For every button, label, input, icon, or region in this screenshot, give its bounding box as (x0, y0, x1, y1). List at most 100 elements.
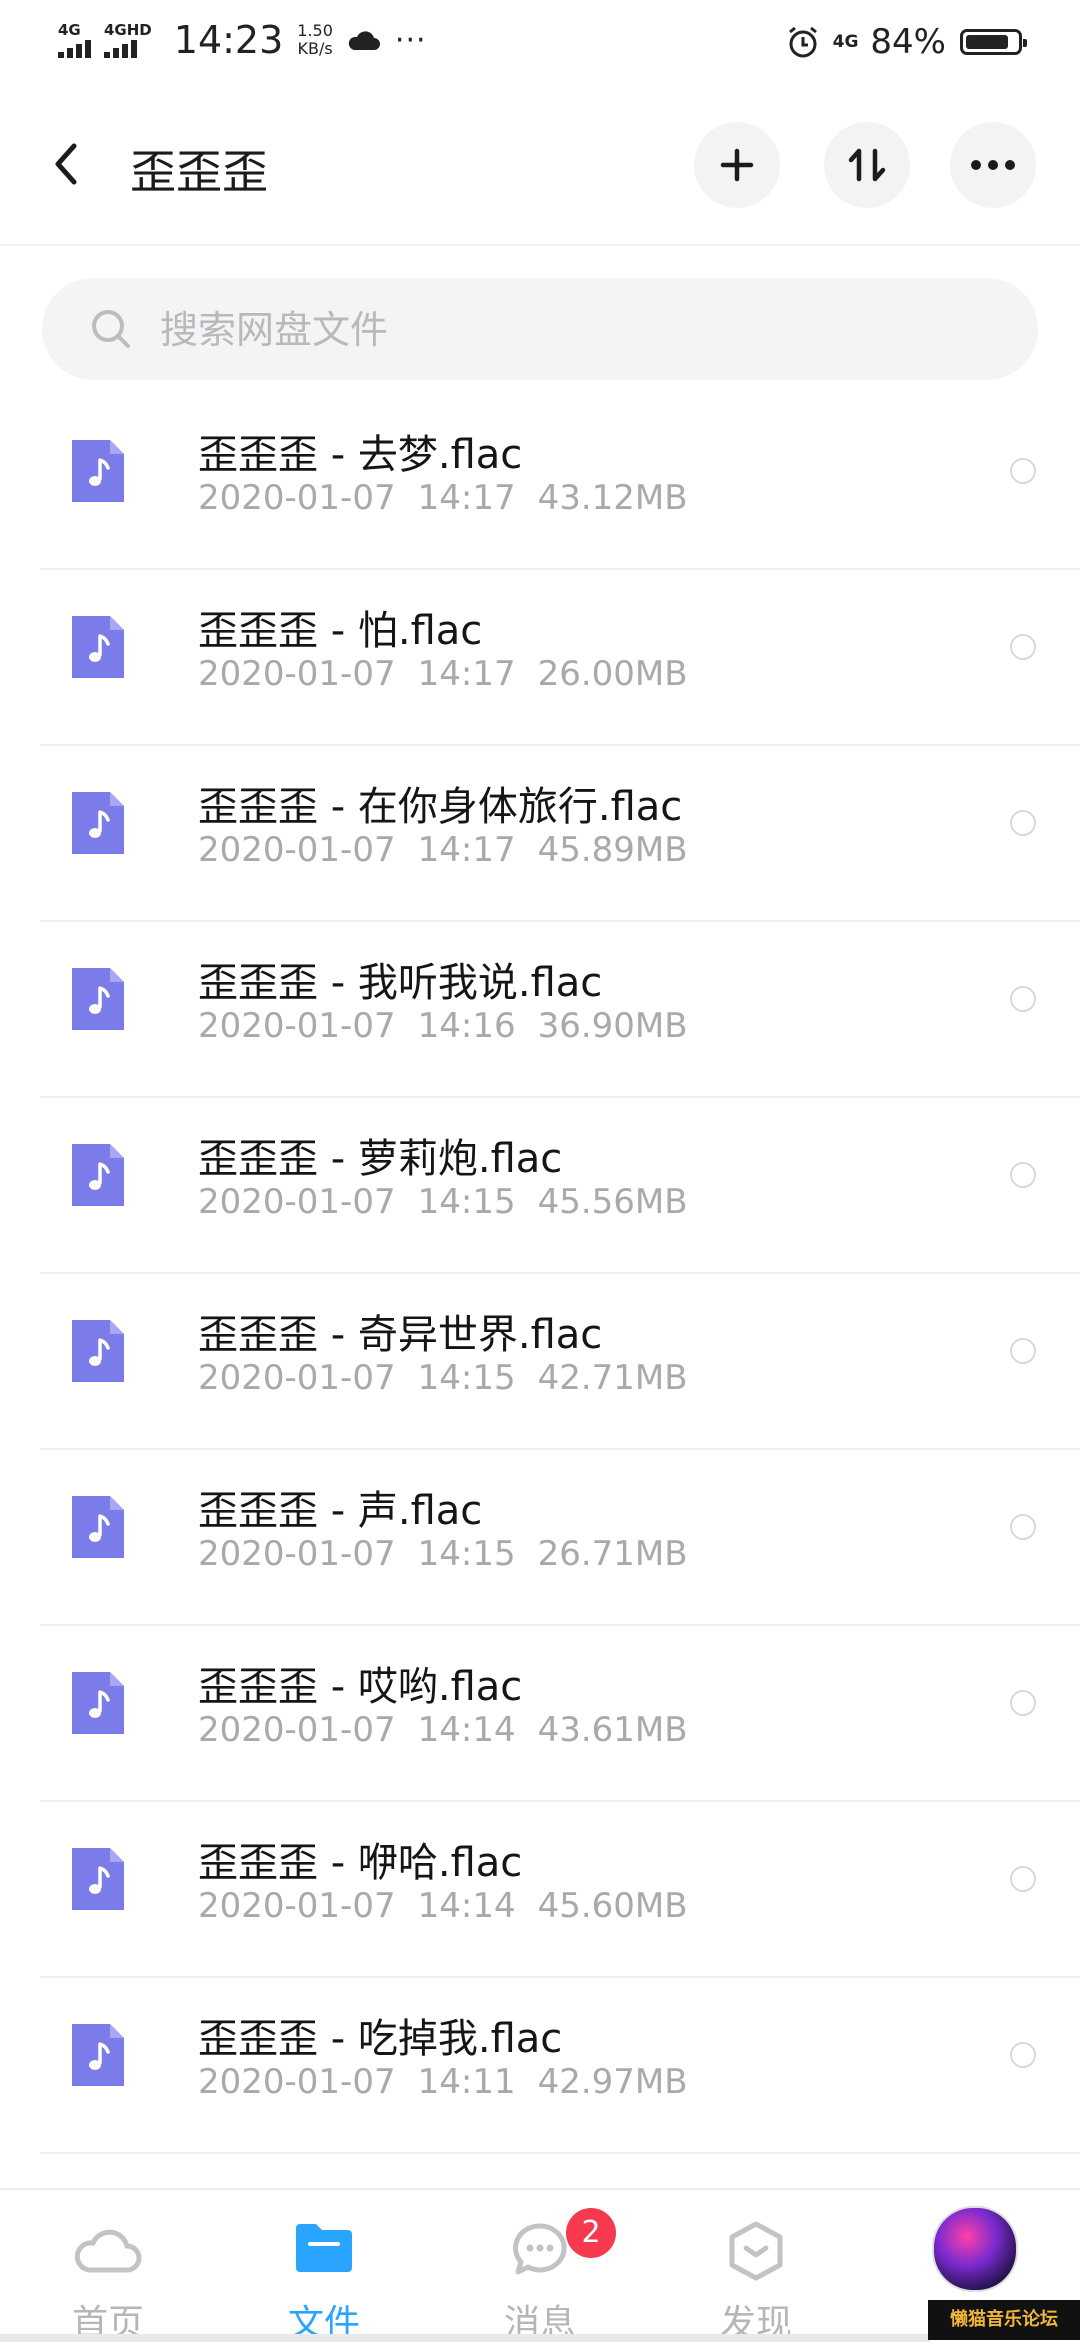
status-bar: 4G 4GHD 14:23 1.50 KB/s ··· 4G 84% (0, 0, 1080, 84)
select-checkbox[interactable] (1010, 2042, 1036, 2068)
nav-item-messages[interactable]: 消息 (440, 2190, 640, 2344)
profile-avatar[interactable] (932, 2206, 1018, 2292)
file-list: 歪歪歪 - 去梦.flac 2020-01-07 14:17 43.12MB 歪歪歪… (0, 394, 1080, 2154)
add-button[interactable] (694, 122, 780, 208)
file-date: 2020-01-07 (198, 478, 396, 518)
file-row[interactable]: 歪歪歪 - 在你身体旅行.flac 2020-01-07 14:17 45.89MB (0, 746, 1080, 922)
file-meta: 2020-01-07 14:15 45.56MB (198, 1182, 710, 1222)
speed-unit: KB/s (297, 39, 333, 58)
select-checkbox[interactable] (1010, 634, 1036, 660)
file-size: 45.89MB (537, 830, 688, 870)
file-time: 14:16 (417, 1006, 516, 1046)
music-file-icon (72, 792, 124, 854)
nav-item-discover[interactable]: 发现 (656, 2190, 856, 2344)
file-row[interactable]: 歪歪歪 - 怕.flac 2020-01-07 14:17 26.00MB (0, 570, 1080, 746)
file-date: 2020-01-07 (198, 830, 396, 870)
battery-percent: 84% (870, 22, 946, 62)
music-file-icon (72, 1144, 124, 1206)
file-size: 43.12MB (537, 478, 688, 518)
speed-value: 1.50 (297, 21, 333, 40)
forum-watermark: 懒猫音乐论坛 (928, 2300, 1080, 2340)
file-row[interactable]: 歪歪歪 - 萝莉炮.flac 2020-01-07 14:15 45.56MB (0, 1098, 1080, 1274)
status-time: 14:23 (173, 18, 284, 62)
file-size: 42.71MB (537, 1358, 688, 1398)
cloud-icon (74, 2229, 142, 2273)
file-time: 14:14 (417, 1710, 516, 1750)
sim1-label: 4G (58, 20, 81, 39)
file-meta: 2020-01-07 14:16 36.90MB (198, 1006, 710, 1046)
nav-item-files[interactable]: 文件 (224, 2190, 424, 2344)
sort-button[interactable] (824, 122, 910, 208)
file-meta: 2020-01-07 14:14 43.61MB (198, 1710, 710, 1750)
file-name: 歪歪歪 - 去梦.flac (198, 432, 523, 478)
music-file-icon (72, 616, 124, 678)
network-type: 4G (832, 32, 859, 52)
file-size: 43.61MB (537, 1710, 688, 1750)
file-time: 14:17 (417, 654, 516, 694)
file-row[interactable]: 歪歪歪 - 我听我说.flac 2020-01-07 14:16 36.90MB (0, 922, 1080, 1098)
file-size: 26.71MB (537, 1534, 688, 1574)
select-checkbox[interactable] (1010, 1162, 1036, 1188)
file-row[interactable]: 歪歪歪 - 去梦.flac 2020-01-07 14:17 43.12MB (0, 394, 1080, 570)
messages-badge: 2 (566, 2208, 616, 2258)
select-checkbox[interactable] (1010, 1866, 1036, 1892)
select-checkbox[interactable] (1010, 810, 1036, 836)
file-time: 14:17 (417, 478, 516, 518)
file-date: 2020-01-07 (198, 1358, 396, 1398)
file-meta: 2020-01-07 14:15 42.71MB (198, 1358, 710, 1398)
file-meta: 2020-01-07 14:11 42.97MB (198, 2062, 710, 2102)
back-button[interactable] (44, 134, 94, 194)
file-name: 歪歪歪 - 萝莉炮.flac (198, 1136, 563, 1182)
file-date: 2020-01-07 (198, 654, 396, 694)
app-header: 歪歪歪 (0, 84, 1080, 246)
music-file-icon (72, 968, 124, 1030)
file-name: 歪歪歪 - 在你身体旅行.flac (198, 784, 683, 830)
search-input[interactable] (158, 300, 982, 360)
folder-icon (296, 2224, 352, 2272)
file-row[interactable]: 歪歪歪 - 吃掉我.flac 2020-01-07 14:11 42.97MB (0, 1978, 1080, 2154)
file-name: 歪歪歪 - 我听我说.flac (198, 960, 603, 1006)
chevron-left-icon (55, 143, 77, 185)
nav-item-home[interactable]: 首页 (8, 2190, 208, 2344)
file-time: 14:11 (417, 2062, 516, 2102)
music-file-icon (72, 1672, 124, 1734)
file-time: 14:14 (417, 1886, 516, 1926)
status-more-icon: ··· (394, 22, 427, 58)
home-indicator (0, 2334, 930, 2342)
file-name: 歪歪歪 - 声.flac (198, 1488, 483, 1534)
select-checkbox[interactable] (1010, 986, 1036, 1012)
music-file-icon (72, 1848, 124, 1910)
file-time: 14:15 (417, 1358, 516, 1398)
select-checkbox[interactable] (1010, 1690, 1036, 1716)
file-time: 14:15 (417, 1182, 516, 1222)
file-time: 14:15 (417, 1534, 516, 1574)
file-size: 42.97MB (537, 2062, 688, 2102)
select-checkbox[interactable] (1010, 1338, 1036, 1364)
select-checkbox[interactable] (1010, 1514, 1036, 1540)
file-meta: 2020-01-07 14:17 45.89MB (198, 830, 710, 870)
search-bar[interactable] (42, 278, 1038, 380)
file-row[interactable]: 歪歪歪 - 奇异世界.flac 2020-01-07 14:15 42.71MB (0, 1274, 1080, 1450)
file-name: 歪歪歪 - 哎哟.flac (198, 1664, 523, 1710)
file-meta: 2020-01-07 14:14 45.60MB (198, 1886, 710, 1926)
signal-sim1: 4G (58, 20, 94, 58)
more-button[interactable] (950, 122, 1036, 208)
file-row[interactable]: 歪歪歪 - 咿哈.flac 2020-01-07 14:14 45.60MB (0, 1802, 1080, 1978)
discover-icon (729, 2221, 783, 2281)
sim2-label: 4GHD (104, 20, 152, 39)
file-name: 歪歪歪 - 奇异世界.flac (198, 1312, 603, 1358)
select-checkbox[interactable] (1010, 458, 1036, 484)
file-row[interactable]: 歪歪歪 - 声.flac 2020-01-07 14:15 26.71MB (0, 1450, 1080, 1626)
signal-bars-icon (104, 39, 140, 58)
battery-icon (960, 29, 1027, 55)
weather-cloud-icon (348, 31, 380, 50)
search-icon (92, 310, 130, 348)
row-divider (40, 2152, 1080, 2154)
page-title: 歪歪歪 (130, 145, 268, 199)
file-date: 2020-01-07 (198, 2062, 396, 2102)
music-file-icon (72, 2024, 124, 2086)
file-name: 歪歪歪 - 咿哈.flac (198, 1840, 523, 1886)
file-meta: 2020-01-07 14:17 26.00MB (198, 654, 710, 694)
file-row[interactable]: 歪歪歪 - 哎哟.flac 2020-01-07 14:14 43.61MB (0, 1626, 1080, 1802)
file-date: 2020-01-07 (198, 1182, 396, 1222)
